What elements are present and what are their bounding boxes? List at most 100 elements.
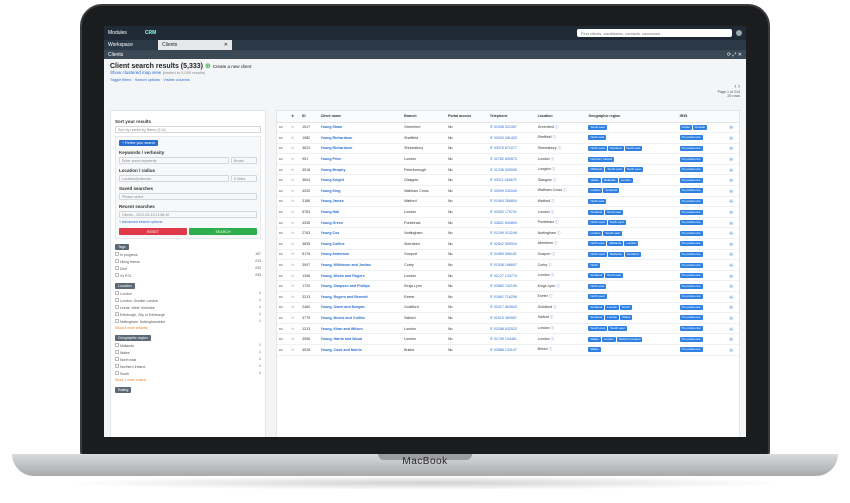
checkbox-icon[interactable] <box>115 312 119 316</box>
telephone-link[interactable]: ✆ 03888 133147 <box>487 344 536 356</box>
info-icon[interactable]: ⓘ <box>554 241 558 245</box>
workspace-label[interactable]: Workspace <box>104 42 158 48</box>
info-icon[interactable]: ⓘ <box>551 252 555 256</box>
document-icon[interactable]: ▤ <box>727 259 739 271</box>
info-icon[interactable]: ⓘ <box>555 220 559 224</box>
recent-searches-select[interactable]: Clients - 2021-05-19 11:58:40 <box>119 211 257 218</box>
client-name-link[interactable]: Young, Khan and Wilson <box>318 323 403 335</box>
client-name-link[interactable]: Young Richardson <box>318 132 403 144</box>
checkbox-icon[interactable] <box>115 343 119 347</box>
keywords-input[interactable]: Enter some keywords <box>119 157 229 164</box>
column-header[interactable] <box>727 111 739 123</box>
info-icon[interactable]: ⓘ <box>563 188 567 192</box>
row-menu-icon[interactable]: ••• <box>277 323 289 335</box>
telephone-link[interactable]: ✆ 01861 716256 <box>487 291 536 303</box>
client-name-link[interactable]: Young, Morris and Collins <box>318 312 403 324</box>
client-name-link[interactable]: Young Murphy <box>318 164 403 176</box>
telephone-link[interactable]: ✆ 02782 805573 <box>487 153 536 165</box>
facet-option[interactable]: Midlands 1 <box>115 343 261 348</box>
advanced-options-link[interactable]: + Advanced search options <box>119 220 257 224</box>
star-icon[interactable]: ☆ <box>288 185 301 197</box>
row-menu-icon[interactable]: ••• <box>277 227 289 240</box>
document-icon[interactable]: ▤ <box>727 143 739 155</box>
telephone-link[interactable]: ✆ 01510 460067 <box>487 312 536 324</box>
telephone-link[interactable]: ✆ 01299 013248 <box>487 227 536 240</box>
info-icon[interactable]: ⓘ <box>551 199 555 203</box>
facet-option[interactable]: Nottingham, Nottinghamshire 1 <box>115 319 261 324</box>
column-header[interactable]: IR35 <box>677 111 728 123</box>
telephone-link[interactable]: ✆ 02127 133774 <box>487 270 536 282</box>
telephone-link[interactable]: ✆ 02842 559904 <box>487 238 536 250</box>
document-icon[interactable]: ▤ <box>727 196 739 208</box>
document-icon[interactable]: ▤ <box>727 217 739 229</box>
row-menu-icon[interactable]: ••• <box>277 174 289 187</box>
document-icon[interactable]: ▤ <box>727 270 739 282</box>
document-icon[interactable]: ▤ <box>727 206 739 218</box>
star-icon[interactable]: ☆ <box>288 323 301 335</box>
window-controls-icon[interactable]: ⟳ ⤢ ✕ <box>727 52 742 58</box>
search-button[interactable]: SEARCH <box>189 228 257 235</box>
row-menu-icon[interactable]: ••• <box>277 143 289 155</box>
checkbox-icon[interactable] <box>115 273 119 277</box>
row-menu-icon[interactable]: ••• <box>277 196 289 208</box>
telephone-link[interactable]: ✆ 01869 656181 <box>487 249 536 261</box>
star-icon[interactable]: ☆ <box>288 217 301 229</box>
document-icon[interactable]: ▤ <box>727 185 739 197</box>
client-name-link[interactable]: Young, Wilkinson and Jordan <box>318 259 403 271</box>
table-row[interactable]: ••• ☆ 1313 Young, Khan and Wilson London No ✆ … <box>277 323 739 335</box>
checkbox-icon[interactable] <box>115 350 119 354</box>
table-row[interactable]: ••• ☆ 3007 Young, Wilkinson and Jordan Corby… <box>277 259 739 271</box>
info-icon[interactable]: ⓘ <box>551 210 555 214</box>
checkbox-icon[interactable] <box>115 364 119 368</box>
checkbox-icon[interactable] <box>115 371 119 375</box>
facet-option[interactable]: In progress 107 <box>115 252 261 257</box>
client-name-link[interactable]: Young, Owen and Morgan <box>318 302 403 314</box>
info-icon[interactable]: ⓘ <box>558 146 562 150</box>
rows-per-page[interactable]: 25 rows <box>718 94 740 98</box>
document-icon[interactable]: ▤ <box>727 302 739 314</box>
visible-columns-link[interactable]: Visible columns <box>163 78 189 82</box>
facet-option[interactable]: North east 1 <box>115 357 261 362</box>
table-row[interactable]: ••• ☆ 3018 Young Murphy Peterborough No ✆ 0123… <box>277 164 739 176</box>
star-icon[interactable]: ☆ <box>288 249 301 261</box>
row-menu-icon[interactable]: ••• <box>277 153 289 165</box>
star-icon[interactable]: ☆ <box>288 270 301 282</box>
client-name-link[interactable]: Young Price <box>318 153 403 165</box>
client-name-link[interactable]: Young Cox <box>318 227 403 240</box>
client-name-link[interactable]: Young Richardson <box>318 143 403 155</box>
telephone-link[interactable]: ✆ 01705 104461 <box>487 333 536 345</box>
telephone-link[interactable]: ✆ 02909 032040 <box>487 185 536 197</box>
table-row[interactable]: ••• ☆ 5763 Young Hall London No ✆ 03452 179741… <box>277 206 739 218</box>
column-header[interactable]: ID <box>300 111 319 123</box>
info-icon[interactable]: ⓘ <box>553 135 557 139</box>
document-icon[interactable]: ▤ <box>727 333 739 345</box>
row-menu-icon[interactable]: ••• <box>277 280 289 292</box>
table-row[interactable]: ••• ☆ 1517 Young Shaw Greenford No ✆ 01908 321… <box>277 122 739 134</box>
client-name-link[interactable]: Young, Wicks and Rogers <box>318 270 403 282</box>
facet-option[interactable]: Northern Ireland 1 <box>115 364 261 369</box>
client-name-link[interactable]: Young King <box>318 185 403 197</box>
document-icon[interactable]: ▤ <box>727 249 739 261</box>
telephone-link[interactable]: ✆ 03286 932523 <box>487 323 536 335</box>
telephone-link[interactable]: ✆ 01908 321067 <box>487 122 536 134</box>
facet-option[interactable]: Wales 1 <box>115 350 261 355</box>
document-icon[interactable]: ▤ <box>727 174 739 187</box>
client-name-link[interactable]: Young, Harris and Wood <box>318 333 403 345</box>
info-icon[interactable]: ⓘ <box>549 294 553 298</box>
row-menu-icon[interactable]: ••• <box>277 302 289 314</box>
table-row[interactable]: ••• ☆ 951 Young Price London No ✆ 02782 805573… <box>277 153 739 165</box>
saved-searches-select[interactable]: Please select <box>119 193 257 200</box>
table-row[interactable]: ••• ☆ 3313 Young, Rogers and Bennett Exeter N… <box>277 291 739 303</box>
facet-more-link[interactable]: Show 8 more choices <box>115 326 261 330</box>
row-menu-icon[interactable]: ••• <box>277 259 289 271</box>
document-icon[interactable]: ▤ <box>727 312 739 324</box>
star-icon[interactable]: ☆ <box>288 312 301 324</box>
star-icon[interactable]: ☆ <box>288 259 301 271</box>
row-menu-icon[interactable]: ••• <box>277 132 289 144</box>
client-name-link[interactable]: Young Green <box>318 217 403 229</box>
star-icon[interactable]: ☆ <box>288 122 301 134</box>
table-row[interactable]: ••• ☆ 4335 Young Green Pontefract No ✆ 03831 6… <box>277 217 739 229</box>
toggle-filters-link[interactable]: Toggle filters <box>110 78 131 82</box>
facet-option[interactable]: Hiring freeze 213 <box>115 259 261 264</box>
row-menu-icon[interactable]: ••• <box>277 270 289 282</box>
